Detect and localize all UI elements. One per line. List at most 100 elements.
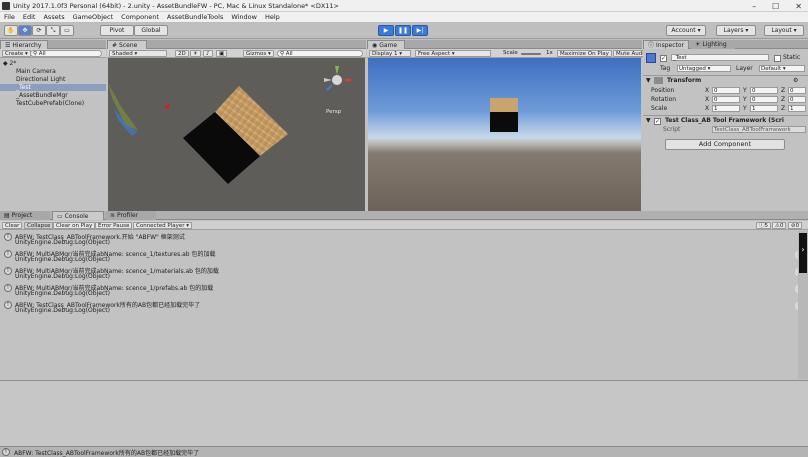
error-filter-toggle[interactable]: ⊘0: [788, 222, 803, 229]
scale-y-field[interactable]: 1: [750, 105, 778, 112]
hierarchy-item-testcubeprefab[interactable]: TestCubePrefab(Clone): [16, 100, 84, 107]
scale-z-field[interactable]: 1: [788, 105, 806, 112]
shading-mode-dropdown[interactable]: Shaded ▾: [109, 50, 167, 57]
play-button[interactable]: ▶: [378, 25, 394, 36]
pause-button[interactable]: ❚❚: [395, 25, 411, 36]
layout-dropdown[interactable]: Layout ▾: [764, 25, 804, 36]
hand-tool-icon[interactable]: ✋: [4, 25, 18, 36]
layer-dropdown[interactable]: Default ▾: [759, 65, 805, 72]
tab-console[interactable]: ▭ Console: [52, 211, 104, 220]
transform-foldout-icon[interactable]: ▼: [646, 77, 651, 84]
scene-root[interactable]: ◆ 2*: [3, 60, 16, 67]
tab-lighting-label: Lighting: [702, 41, 727, 48]
tab-profiler[interactable]: ≋ Profiler: [106, 211, 156, 220]
script-foldout-icon[interactable]: ▼: [646, 117, 651, 124]
rotate-tool-icon[interactable]: ⟳: [32, 25, 46, 36]
scale-tool-icon[interactable]: ⤡: [46, 25, 60, 36]
menu-help[interactable]: Help: [261, 13, 284, 21]
maximize-button[interactable]: ☐: [772, 2, 779, 11]
transform-settings-icon[interactable]: ⚙: [793, 77, 798, 84]
menu-assets[interactable]: Assets: [39, 13, 68, 21]
hierarchy-item-directional-light[interactable]: Directional Light: [16, 76, 65, 83]
active-checkbox[interactable]: ✓: [660, 55, 667, 62]
warning-filter-toggle[interactable]: ⚠0: [772, 222, 787, 229]
menu-edit[interactable]: Edit: [19, 13, 40, 21]
menu-window[interactable]: Window: [227, 13, 261, 21]
2d-toggle[interactable]: 2D: [175, 50, 189, 57]
pivot-toggle[interactable]: Pivot: [100, 25, 134, 36]
hierarchy-item-assetbundlemgr[interactable]: _AssetBundleMgr: [16, 92, 68, 99]
rect-tool-icon[interactable]: ▭: [60, 25, 74, 36]
menu-component[interactable]: Component: [117, 13, 163, 21]
position-y-field[interactable]: 0: [750, 87, 778, 94]
object-name-input[interactable]: _Test: [671, 54, 769, 61]
rotation-z-field[interactable]: 0: [788, 96, 806, 103]
console-entry[interactable]: ! ABFW: TestClass_ABToolFramework所有的AB包都…: [0, 299, 804, 316]
tab-game[interactable]: ◉ Game: [367, 40, 405, 49]
collapse-toggle[interactable]: Collapse: [24, 222, 54, 229]
position-x-field[interactable]: 0: [712, 87, 740, 94]
script-enabled-checkbox[interactable]: ✓: [654, 118, 661, 125]
rotation-x-field[interactable]: 0: [712, 96, 740, 103]
tab-hierarchy[interactable]: ☰ Hierarchy: [0, 40, 48, 49]
script-field[interactable]: TestClass_ABToolFramework: [712, 126, 806, 133]
tab-lighting[interactable]: ☀ Lighting: [691, 40, 735, 49]
expand-arrow-icon[interactable]: ›: [799, 245, 807, 254]
minimize-button[interactable]: –: [752, 2, 756, 11]
layout-label: Layout: [771, 27, 792, 34]
scale-x-field[interactable]: 1: [712, 105, 740, 112]
display-dropdown[interactable]: Display 1 ▾: [369, 50, 411, 57]
add-component-button[interactable]: Add Component: [665, 139, 785, 150]
error-pause-toggle[interactable]: Error Pause: [95, 222, 133, 229]
info-filter-toggle[interactable]: ⓘ5: [756, 222, 772, 229]
clear-on-play-toggle[interactable]: Clear on Play: [53, 222, 96, 229]
create-dropdown[interactable]: Create ▾: [2, 50, 31, 57]
console-entry[interactable]: ! ABFW: MultiABMgr/当前完成abName: scence_1/…: [0, 265, 804, 282]
effects-toggle-icon[interactable]: ▣: [216, 50, 228, 57]
scene-search-input[interactable]: ⚲ All: [277, 50, 363, 57]
move-tool-icon[interactable]: ✥: [18, 25, 32, 36]
layers-dropdown[interactable]: Layers ▾: [716, 25, 756, 36]
global-toggle[interactable]: Global: [134, 25, 168, 36]
unity-logo-icon: [2, 1, 10, 10]
create-label: Create: [5, 51, 24, 57]
maximize-on-play-toggle[interactable]: Maximize On Play: [557, 50, 612, 57]
tab-inspector[interactable]: ⓘ Inspector: [643, 40, 689, 49]
close-button[interactable]: ✕: [795, 2, 802, 11]
hierarchy-item-main-camera[interactable]: Main Camera: [16, 68, 56, 75]
console-entry[interactable]: ! ABFW: TestClass_ABToolFramework.开始 "AB…: [0, 231, 794, 248]
tab-scene[interactable]: # Scene: [107, 40, 147, 49]
aspect-dropdown[interactable]: Free Aspect ▾: [415, 50, 491, 57]
scene-orientation-gizmo[interactable]: [324, 66, 351, 91]
hierarchy-search-input[interactable]: ⚲ All: [30, 50, 102, 57]
step-button[interactable]: ▶|: [412, 25, 428, 36]
clear-button[interactable]: Clear: [2, 222, 23, 229]
console-entry[interactable]: ! ABFW: MultiABMgr/当前完成abName: scence_1/…: [0, 248, 804, 265]
menu-gameobject[interactable]: GameObject: [69, 13, 118, 21]
position-z-field[interactable]: 0: [788, 87, 806, 94]
scale-slider[interactable]: [521, 53, 541, 55]
tab-inspector-label: Inspector: [656, 41, 685, 49]
audio-toggle-icon[interactable]: ♪: [203, 50, 213, 57]
console-scrollbar[interactable]: ›: [798, 231, 808, 379]
info-icon: !: [4, 233, 12, 241]
tab-project[interactable]: ▤ Project: [0, 211, 50, 220]
menu-file[interactable]: File: [0, 13, 19, 21]
console-entry[interactable]: ! ABFW: MultiABMgr/当前完成abName: scence_1/…: [0, 282, 804, 299]
axis-y-label: Y: [743, 87, 747, 94]
static-checkbox[interactable]: [774, 55, 781, 62]
status-bar[interactable]: ! ABFW: TestClass_ABToolFramework所有的AB包都…: [0, 446, 808, 457]
account-dropdown[interactable]: Account ▾: [666, 25, 706, 36]
info-icon: !: [4, 301, 12, 309]
connected-player-dropdown[interactable]: Connected Player ▾: [133, 222, 192, 229]
mute-audio-toggle[interactable]: Mute Audi: [613, 50, 647, 57]
lighting-toggle-icon[interactable]: ☀: [190, 50, 201, 57]
rotation-y-field[interactable]: 0: [750, 96, 778, 103]
menu-assetbundletools[interactable]: AssetBundleTools: [163, 13, 227, 21]
hierarchy-item-test[interactable]: _Test: [0, 84, 106, 91]
global-label: Global: [141, 27, 161, 34]
tag-dropdown[interactable]: Untagged ▾: [677, 65, 731, 72]
game-viewport[interactable]: [368, 58, 641, 211]
gizmos-dropdown[interactable]: Gizmos ▾: [243, 50, 274, 57]
scene-viewport[interactable]: Persp: [108, 58, 365, 211]
